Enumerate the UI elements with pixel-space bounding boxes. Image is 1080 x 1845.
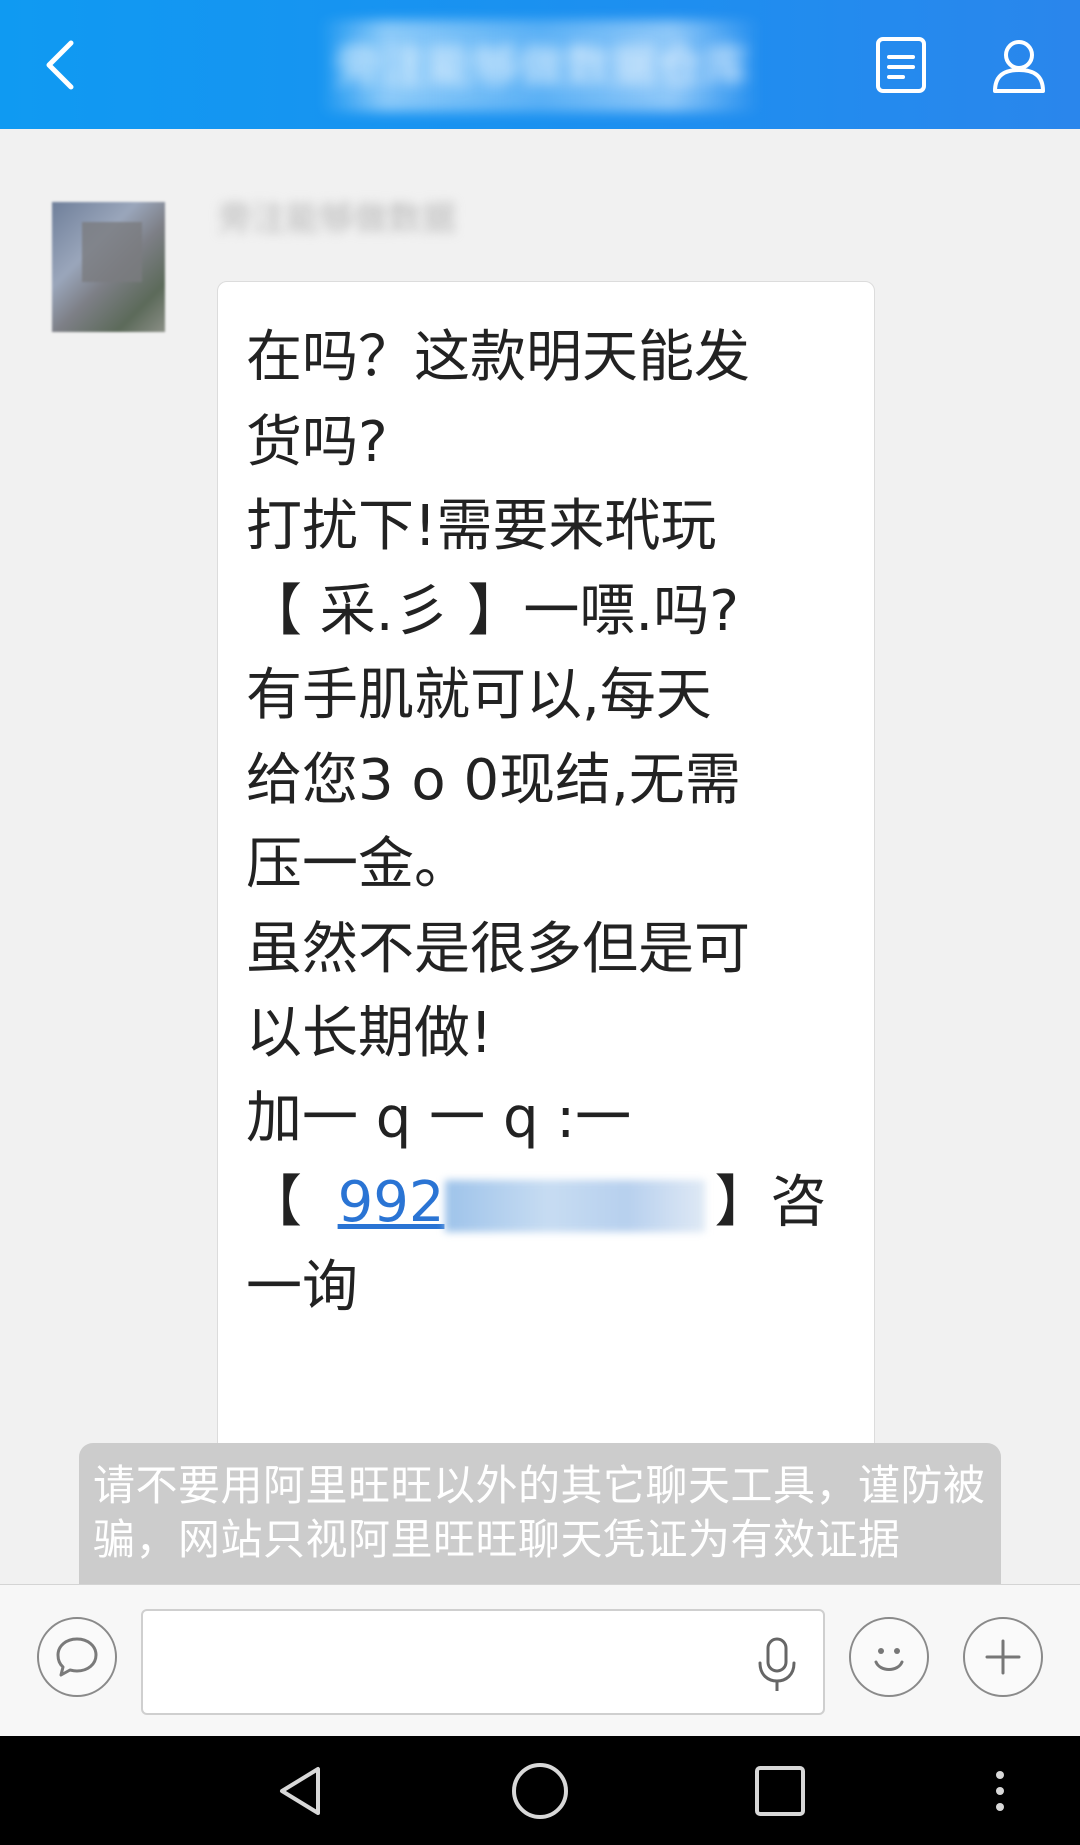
voice-button[interactable] xyxy=(752,1635,802,1695)
message-line: 给您3 o 0现结,无需 xyxy=(246,747,741,813)
contact-line: 【 992 】咨 xyxy=(246,1161,850,1246)
message-line: 有手肌就可以,每天 xyxy=(246,663,712,728)
chat-area[interactable]: 旁注能够做数据 在吗？这款明天能发 货吗? 打扰下!需要来玳玩 【 采.彡 】一… xyxy=(0,129,1080,1584)
input-bar xyxy=(0,1584,1080,1736)
message-input[interactable] xyxy=(141,1609,825,1715)
message-bubble[interactable]: 在吗？这款明天能发 货吗? 打扰下!需要来玳玩 【 采.彡 】一嘌.吗? 有手肌… xyxy=(217,281,875,1507)
nav-more-button[interactable] xyxy=(960,1754,1040,1828)
message-line: 【 采.彡 】一嘌.吗? xyxy=(246,578,739,644)
message-line: 以长期做! xyxy=(246,1001,493,1066)
system-nav-bar xyxy=(0,1736,1080,1845)
microphone-icon xyxy=(758,1637,796,1691)
document-icon xyxy=(876,37,926,93)
back-button[interactable] xyxy=(14,22,104,108)
chevron-left-icon xyxy=(46,40,74,90)
quick-reply-button[interactable] xyxy=(37,1617,117,1697)
nav-home-button[interactable] xyxy=(500,1754,580,1828)
circle-home-icon xyxy=(512,1763,568,1819)
message-line: 加一 q 一 q :一 xyxy=(246,1085,632,1151)
plus-icon xyxy=(985,1639,1021,1675)
nav-recent-button[interactable] xyxy=(740,1754,820,1828)
nav-back-button[interactable] xyxy=(260,1754,340,1828)
emoji-button[interactable] xyxy=(849,1617,929,1697)
bracket-open: 【 xyxy=(246,1170,302,1235)
chat-title: 旁注能够做数据仓库 xyxy=(335,39,749,93)
message-line: 压一金。 xyxy=(246,832,470,897)
user-profile-button[interactable] xyxy=(974,22,1064,108)
message-line: 一询 xyxy=(246,1254,358,1320)
sender-name: 旁注能够做数据 xyxy=(218,199,456,239)
system-notice: 请不要用阿里旺旺以外的其它聊天工具，谨防被骗，网站只视阿里旺旺聊天凭证为有效证据 xyxy=(79,1443,1001,1584)
message-line: 虽然不是很多但是可 xyxy=(246,916,750,982)
smiley-icon xyxy=(874,1648,904,1671)
top-bar: 旁注能够做数据仓库 xyxy=(0,0,1080,129)
document-button[interactable] xyxy=(856,22,946,108)
notice-text: 请不要用阿里旺旺以外的其它聊天工具，谨防被骗，网站只视阿里旺旺聊天凭证为有效证据 xyxy=(93,1461,986,1564)
qq-number-link[interactable]: 992 xyxy=(338,1170,445,1235)
message-line: 打扰下!需要来玳玩 xyxy=(246,494,717,559)
user-icon xyxy=(993,40,1045,93)
triangle-back-icon xyxy=(280,1767,320,1815)
message-line: 在吗？这款明天能发 xyxy=(246,325,750,390)
more-actions-button[interactable] xyxy=(963,1617,1043,1697)
redacted-number xyxy=(444,1179,705,1232)
sender-avatar[interactable] xyxy=(52,202,165,332)
chat-bubble-icon xyxy=(56,1637,98,1677)
more-dots-icon xyxy=(996,1771,1004,1811)
bracket-close: 】咨 xyxy=(714,1170,827,1235)
message-line: 货吗? xyxy=(246,409,388,475)
square-recent-icon xyxy=(755,1766,805,1816)
